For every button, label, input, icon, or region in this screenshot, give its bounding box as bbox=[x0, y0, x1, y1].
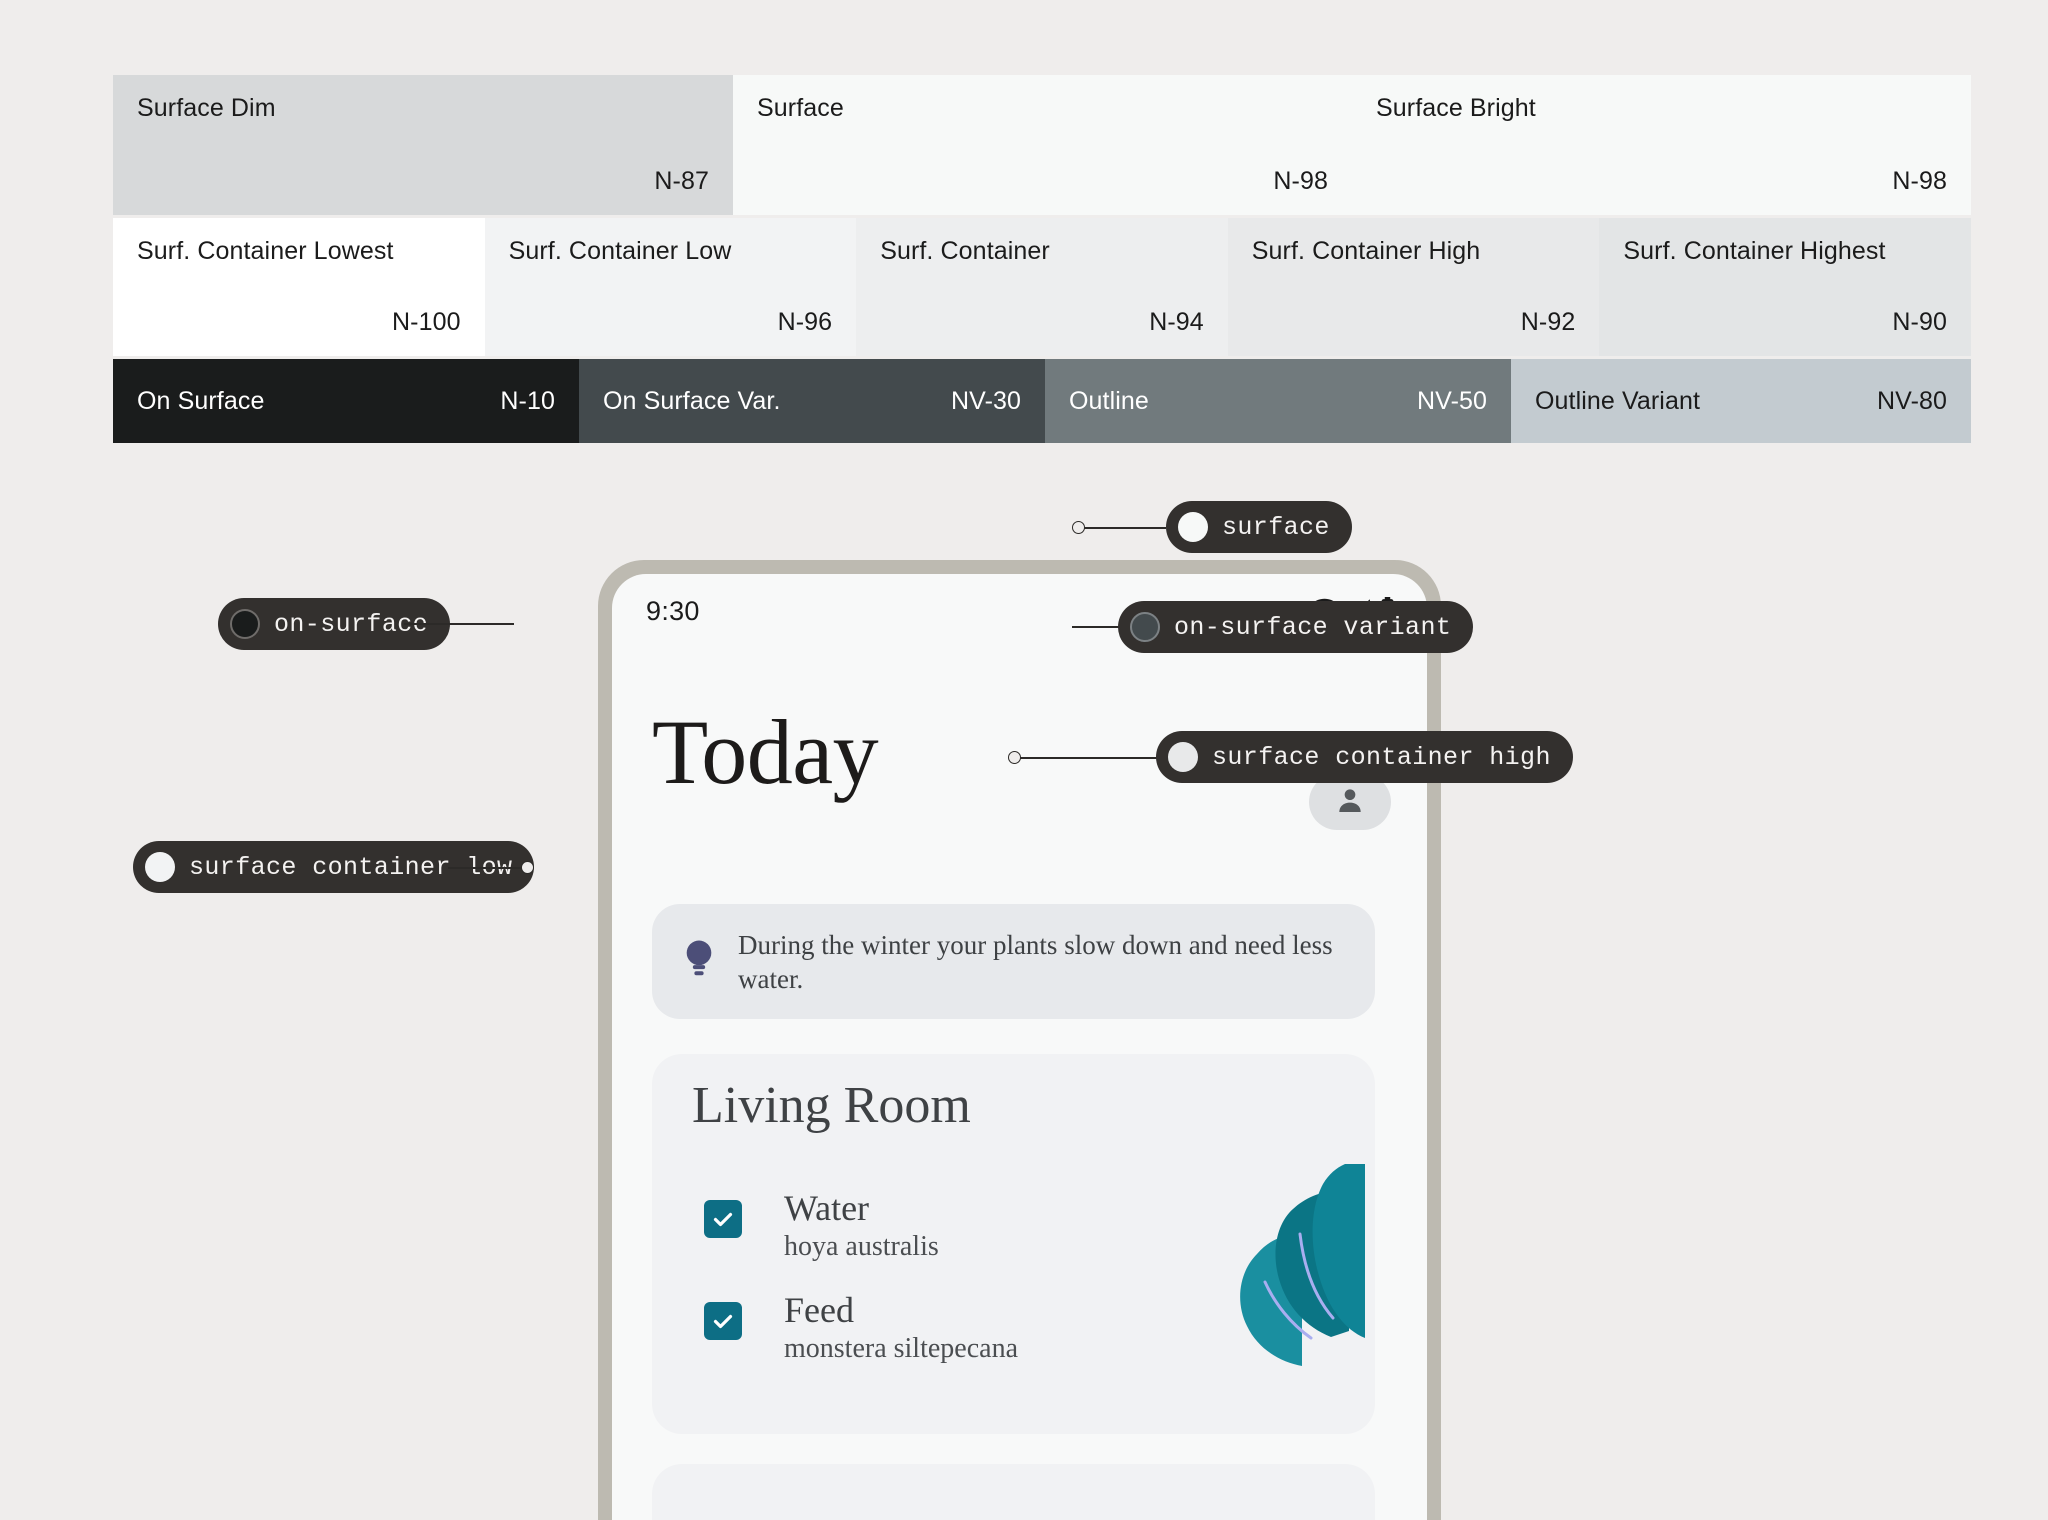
color-dot bbox=[1130, 612, 1160, 642]
swatch-row-containers: Surf. Container Lowest N-100 Surf. Conta… bbox=[113, 218, 1971, 356]
task-subtitle: hoya australis bbox=[784, 1231, 939, 1262]
task-row[interactable]: Water hoya australis bbox=[704, 1188, 939, 1264]
surface-color-swatch-table: Surface Dim N-87 Surface N-98 Surface Br… bbox=[113, 75, 1971, 443]
leader-line-surface bbox=[1084, 527, 1166, 529]
swatch-value: N-94 bbox=[1149, 308, 1204, 336]
swatch-value: N-96 bbox=[777, 308, 833, 336]
room-card-secondary bbox=[652, 1464, 1375, 1520]
status-time: 9:30 bbox=[646, 595, 700, 626]
color-dot bbox=[1178, 512, 1208, 542]
lightbulb-icon bbox=[682, 939, 716, 984]
swatch-row-surface: Surface Dim N-87 Surface N-98 Surface Br… bbox=[113, 75, 1971, 215]
checkbox-checked-icon[interactable] bbox=[704, 1302, 742, 1340]
swatch-label: Surface Bright bbox=[1376, 94, 1536, 122]
swatch-surface-container: Surf. Container N-94 bbox=[856, 218, 1228, 356]
task-title: Feed bbox=[784, 1290, 854, 1330]
swatch-on-surface: On Surface N-10 bbox=[113, 359, 579, 443]
annotation-chip-on-surface-variant[interactable]: on-surface variant bbox=[1118, 601, 1474, 653]
swatch-row-on-surface: On Surface N-10 On Surface Var. NV-30 Ou… bbox=[113, 359, 1971, 443]
annotation-chip-label: on-surface variant bbox=[1174, 612, 1452, 642]
swatch-value: N-10 bbox=[500, 386, 555, 415]
page-title: Today bbox=[652, 701, 879, 803]
annotation-chip-label: surface bbox=[1222, 512, 1330, 542]
swatch-surface-container-high: Surf. Container High N-92 bbox=[1227, 218, 1600, 356]
leader-line-surface-container-high bbox=[1020, 757, 1165, 759]
swatch-label: Surf. Container Highest bbox=[1623, 237, 1886, 265]
swatch-value: NV-50 bbox=[1417, 386, 1487, 415]
swatch-label: Outline bbox=[1069, 386, 1149, 415]
swatch-value: N-98 bbox=[1273, 167, 1328, 195]
swatch-on-surface-variant: On Surface Var. NV-30 bbox=[579, 359, 1045, 443]
leader-line-surface-container-low bbox=[448, 867, 528, 869]
plant-illustration bbox=[1240, 1164, 1365, 1366]
annotation-chip-surface-container-high[interactable]: surface container high bbox=[1156, 731, 1573, 783]
swatch-value: N-87 bbox=[654, 167, 709, 195]
swatch-label: Surf. Container Low bbox=[508, 237, 732, 265]
task-row[interactable]: Feed monstera siltepecana bbox=[704, 1290, 1018, 1366]
swatch-surface-dim: Surface Dim N-87 bbox=[113, 75, 733, 215]
room-card-living-room: Living Room Water hoya australis Feed mo… bbox=[652, 1054, 1375, 1434]
color-dot bbox=[145, 852, 175, 882]
room-title: Living Room bbox=[692, 1077, 971, 1134]
checkbox-checked-icon[interactable] bbox=[704, 1200, 742, 1238]
leader-endpoint-surface-container-low bbox=[521, 861, 534, 874]
person-icon bbox=[1334, 784, 1366, 821]
task-title: Water bbox=[784, 1188, 870, 1228]
phone-screen: 9:30 Today During the winter your plants… bbox=[612, 574, 1427, 1520]
swatch-label: Outline Variant bbox=[1535, 386, 1701, 415]
swatch-label: Surf. Container bbox=[880, 237, 1050, 265]
tip-card: During the winter your plants slow down … bbox=[652, 904, 1375, 1019]
swatch-label: On Surface Var. bbox=[603, 386, 781, 415]
swatch-value: N-92 bbox=[1520, 308, 1576, 336]
tip-text: During the winter your plants slow down … bbox=[738, 929, 1333, 994]
annotation-chip-label: surface container high bbox=[1212, 742, 1551, 772]
swatch-label: Surf. Container Lowest bbox=[137, 237, 394, 265]
swatch-value: N-100 bbox=[392, 308, 461, 336]
swatch-label: On Surface bbox=[137, 386, 265, 415]
swatch-outline-variant: Outline Variant NV-80 bbox=[1511, 359, 1971, 443]
swatch-label: Surface Dim bbox=[137, 94, 276, 122]
color-dot bbox=[230, 609, 260, 639]
swatch-value: N-90 bbox=[1892, 308, 1947, 336]
swatch-value: NV-80 bbox=[1877, 386, 1947, 415]
swatch-value: NV-30 bbox=[951, 386, 1021, 415]
swatch-surface-bright: Surface Bright N-98 bbox=[1352, 75, 1971, 215]
task-subtitle: monstera siltepecana bbox=[784, 1333, 1019, 1364]
color-dot bbox=[1168, 742, 1198, 772]
swatch-surface-container-low: Surf. Container Low N-96 bbox=[484, 218, 857, 356]
swatch-value: N-98 bbox=[1892, 167, 1947, 195]
swatch-outline: Outline NV-50 bbox=[1045, 359, 1511, 443]
phone-mockup: 9:30 Today During the winter your plants… bbox=[598, 560, 1441, 1520]
swatch-surface-container-highest: Surf. Container Highest N-90 bbox=[1599, 218, 1971, 356]
swatch-surface-container-lowest: Surf. Container Lowest N-100 bbox=[113, 218, 485, 356]
leader-line-on-surface-variant bbox=[1072, 626, 1122, 628]
swatch-label: Surf. Container High bbox=[1251, 237, 1481, 265]
leader-line-on-surface bbox=[404, 623, 514, 625]
swatch-label: Surface bbox=[757, 94, 844, 122]
annotation-chip-surface[interactable]: surface bbox=[1166, 501, 1352, 553]
swatch-surface: Surface N-98 bbox=[733, 75, 1352, 215]
